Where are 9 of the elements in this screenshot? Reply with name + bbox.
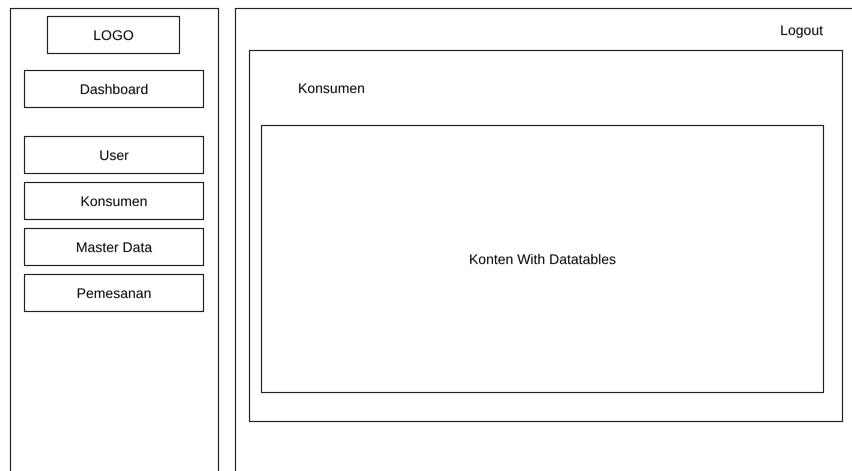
- sidebar-item[interactable]: Master Data: [24, 228, 204, 266]
- sidebar-item[interactable]: User: [24, 136, 204, 174]
- logo: LOGO: [47, 16, 180, 54]
- datatable-panel: Konten With Datatables: [261, 125, 824, 393]
- sidebar-item[interactable]: Konsumen: [24, 182, 204, 220]
- sidebar-item[interactable]: Pemesanan: [24, 274, 204, 312]
- sidebar-item[interactable]: Dashboard: [24, 70, 204, 108]
- logout-link[interactable]: Logout: [780, 21, 823, 39]
- page-title: Konsumen: [298, 79, 365, 97]
